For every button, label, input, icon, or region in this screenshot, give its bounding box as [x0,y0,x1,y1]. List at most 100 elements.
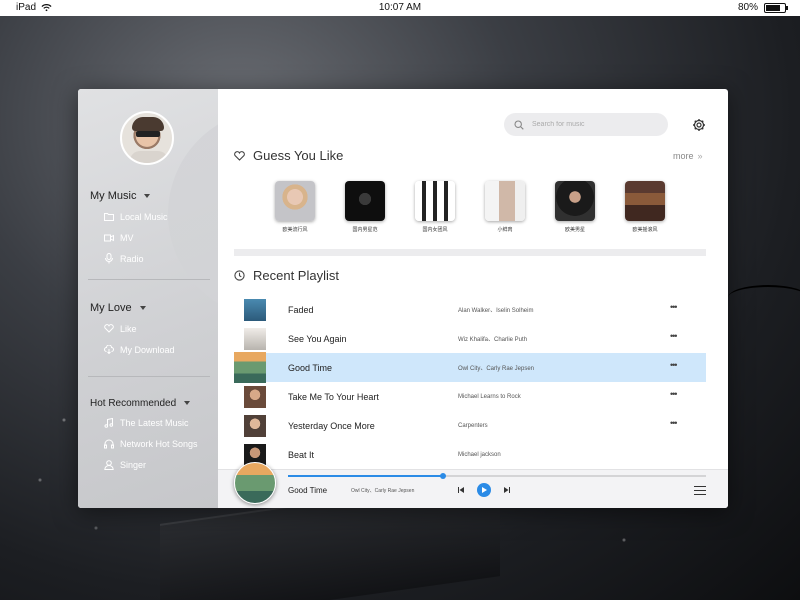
double-chevron-right-icon: » [697,151,703,161]
music-note-icon [104,417,114,428]
table-row-active[interactable]: Good Time Owl City、Carly Rae Jepsen ••• [234,352,706,383]
sidebar-divider [88,376,210,377]
search-box[interactable] [504,113,668,136]
gear-icon[interactable] [692,118,706,132]
cloud-download-icon [104,345,114,354]
track-thumbnail [244,414,266,437]
chevron-down-icon [139,306,146,310]
track-title: Beat It [288,449,315,460]
now-playing-title: Good Time [288,486,328,495]
avatar[interactable] [120,111,174,165]
more-options-icon[interactable]: ••• [670,361,678,370]
progress-fill [288,475,443,477]
folder-icon [104,213,114,221]
microphone-icon [105,253,113,264]
section-title: Recent Playlist [253,268,339,283]
sidebar-item-local-music[interactable]: Local Music [90,206,168,227]
album-cover [275,181,315,221]
more-options-icon[interactable]: ••• [670,303,678,312]
guess-item[interactable]: 国内女团风 [414,181,456,233]
track-title: Good Time [288,362,333,373]
more-options-icon[interactable]: ••• [670,419,678,428]
sidebar-section-hot-recommended: Hot Recommended The Latest Music Network… [90,396,198,475]
sidebar-item-radio[interactable]: Radio [90,248,168,269]
battery-icon [764,2,788,13]
sidebar-divider [88,279,210,280]
now-playing-bar: Good Time Owl City、Carly Rae Jepsen [218,462,728,508]
track-artist: Wiz Khalifa、Charlie Puth [458,337,528,343]
guess-you-like-header: Guess You Like [234,148,343,163]
playlist-menu-icon[interactable] [694,486,706,495]
sidebar-heading-my-love[interactable]: My Love [90,301,175,315]
sidebar-item-network-hot-songs[interactable]: Network Hot Songs [90,433,198,454]
track-artist: Alan Walker、Iselin Solheim [458,308,534,314]
track-thumbnail [234,352,266,383]
heart-icon [234,150,245,161]
section-title: Guess You Like [253,148,344,163]
table-row[interactable]: See You Again Wiz Khalifa、Charlie Puth •… [240,324,706,353]
search-input[interactable] [532,121,652,128]
previous-track-icon[interactable] [458,487,464,493]
heart-icon [104,324,114,333]
next-track-icon[interactable] [504,487,510,493]
album-cover [345,181,385,221]
user-icon [104,459,114,470]
track-thumbnail [244,327,266,350]
track-artist: Carpenters [458,422,488,429]
chevron-down-icon [144,194,151,198]
sidebar-heading-my-music[interactable]: My Music [90,189,168,203]
album-cover [555,181,595,221]
status-bar: iPad 10:07 AM 80% [0,0,800,16]
album-cover [415,181,455,221]
now-playing-cover[interactable] [234,462,276,504]
sidebar-section-my-music: My Music Local Music MV Radio [90,189,168,269]
sidebar: My Music Local Music MV Radio My Love Li… [78,89,218,508]
track-title: See You Again [288,333,347,344]
search-icon [514,119,524,130]
battery-percent: 80% [737,2,758,13]
play-button[interactable] [477,483,491,497]
recent-playlist-header: Recent Playlist [234,268,339,283]
sidebar-section-my-love: My Love Like My Download [90,301,175,360]
progress-slider[interactable] [288,473,706,479]
video-camera-icon [104,234,114,241]
guess-you-like-row: 欧美流行风 国内男星范 国内女团风 小鲜肉 欧美男星 欧美摇滚风 [274,181,666,233]
sidebar-heading-hot-recommended[interactable]: Hot Recommended [90,396,198,410]
sidebar-item-mv[interactable]: MV [90,227,168,248]
clock-icon [234,270,245,281]
music-app-window: My Music Local Music MV Radio My Love Li… [78,89,728,508]
guess-item[interactable]: 欧美摇滚风 [624,181,666,233]
track-title: Faded [288,304,314,315]
track-thumbnail [244,298,266,321]
guess-item[interactable]: 国内男星范 [344,181,386,233]
table-row[interactable]: Beat It Michael jackson [240,440,706,469]
section-divider [234,249,706,256]
sidebar-item-singer[interactable]: Singer [90,454,198,475]
main-content: Guess You Like more » 欧美流行风 国内男星范 国内女团风 … [218,89,728,508]
sidebar-item-latest-music[interactable]: The Latest Music [90,412,198,433]
chevron-down-icon [184,401,191,405]
album-cover [625,181,665,221]
more-link[interactable]: more » [673,151,703,161]
guess-item[interactable]: 欧美流行风 [274,181,316,233]
progress-knob[interactable] [439,473,446,479]
track-artist: Michael jackson [458,451,501,458]
guess-item[interactable]: 小鲜肉 [484,181,526,233]
album-cover [485,181,525,221]
table-row[interactable]: Take Me To Your Heart Michael Learns to … [240,382,706,411]
track-title: Take Me To Your Heart [288,391,379,402]
status-time: 10:07 AM [378,2,422,13]
now-playing-artist: Owl City、Carly Rae Jepsen [351,488,415,494]
guess-item[interactable]: 欧美男星 [554,181,596,233]
track-artist: Owl City、Carly Rae Jepsen [458,366,535,372]
table-row[interactable]: Faded Alan Walker、Iselin Solheim ••• [240,295,706,324]
table-row[interactable]: Yesterday Once More Carpenters ••• [240,411,706,440]
track-title: Yesterday Once More [288,420,375,431]
more-options-icon[interactable]: ••• [670,332,678,341]
more-options-icon[interactable]: ••• [670,390,678,399]
sidebar-item-my-download[interactable]: My Download [90,339,175,360]
sidebar-item-like[interactable]: Like [90,318,175,339]
vinyl-record-decoration [168,109,218,319]
track-thumbnail [244,385,266,408]
background-cable [728,285,800,310]
